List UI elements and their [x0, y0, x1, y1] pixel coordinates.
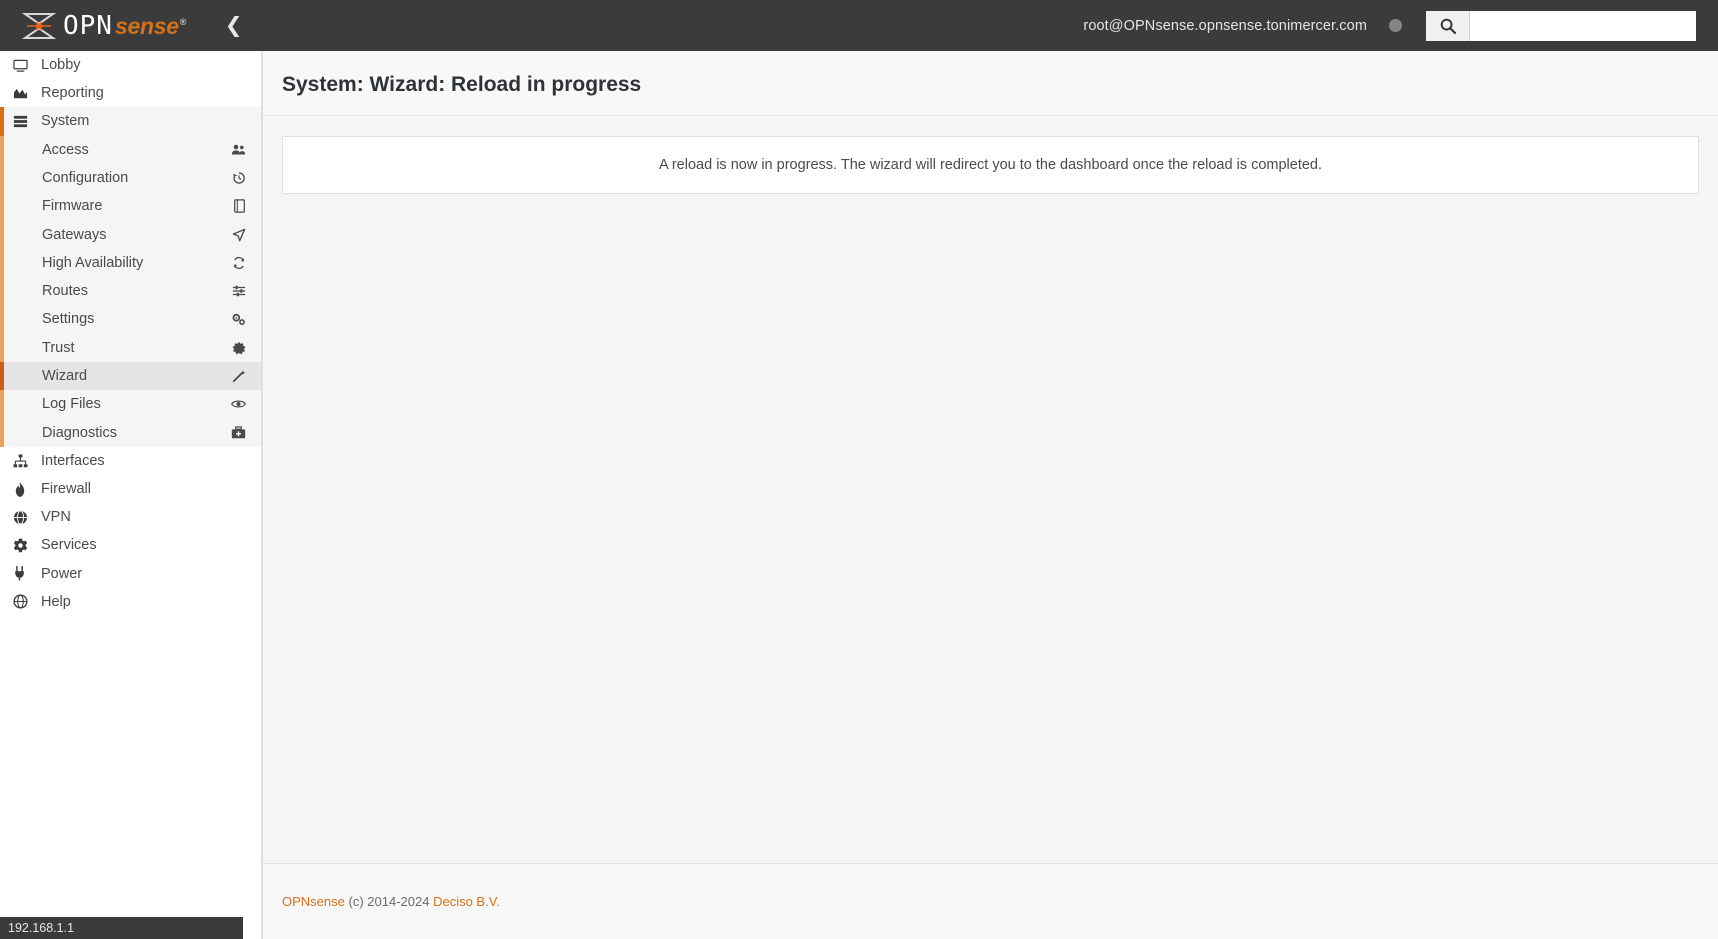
main-content: System: Wizard: Reload in progress A rel…: [262, 51, 1718, 939]
sidebar-label-access: Access: [42, 141, 89, 158]
sidebar-item-lobby[interactable]: Lobby: [0, 51, 261, 79]
top-header: OPN sense ® ❮ root@OPNsense.opnsense.ton…: [0, 0, 1718, 51]
sidebar-label-firmware: Firmware: [42, 198, 103, 215]
logo-text-sense: sense: [114, 12, 179, 39]
history-icon: [232, 171, 246, 185]
sidebar-item-high-availability[interactable]: High Availability: [0, 249, 261, 277]
sliders-icon: [232, 284, 246, 298]
footer-copyright-years: (c) 2014-2024: [348, 894, 430, 909]
sidebar-item-firmware[interactable]: Firmware: [0, 192, 261, 220]
page-footer: OPNsense (c) 2014-2024 Deciso B.V.: [263, 863, 1718, 939]
sidebar-item-access[interactable]: Access: [0, 136, 261, 164]
sidebar-label-interfaces: Interfaces: [41, 452, 105, 469]
sidebar-label-settings: Settings: [42, 311, 95, 328]
chart-area-icon: [9, 86, 31, 101]
sidebar-label-high-availability: High Availability: [42, 254, 144, 271]
sidebar-label-routes: Routes: [42, 283, 88, 300]
users-icon: [231, 143, 246, 156]
sidebar-label-help: Help: [41, 593, 71, 610]
globe-help-icon: [9, 594, 31, 609]
sidebar-navigation: Lobby Reporting System Access Configurat…: [0, 51, 262, 939]
footer-link-opnsense[interactable]: OPNsense: [282, 894, 345, 909]
server-icon: [9, 114, 31, 129]
ip-address-text: 192.168.1.1: [8, 921, 75, 935]
status-bar-ip-address: 192.168.1.1: [0, 917, 243, 939]
sidebar-label-power: Power: [41, 565, 83, 582]
sidebar-item-gateways[interactable]: Gateways: [0, 220, 261, 248]
certificate-icon: [232, 341, 246, 355]
opnsense-app: OPN sense ® ❮ root@OPNsense.opnsense.ton…: [0, 0, 1718, 939]
sidebar-item-help[interactable]: Help: [0, 588, 261, 616]
sidebar-label-log-files: Log Files: [42, 396, 101, 413]
sitemap-icon: [9, 454, 31, 468]
sidebar-label-lobby: Lobby: [41, 57, 81, 74]
footer-copyright: OPNsense (c) 2014-2024 Deciso B.V.: [282, 894, 500, 909]
reload-status-panel: A reload is now in progress. The wizard …: [282, 136, 1699, 194]
search-button[interactable]: [1426, 10, 1470, 41]
reload-status-message: A reload is now in progress. The wizard …: [658, 157, 1323, 173]
registered-mark: ®: [179, 16, 187, 27]
sidebar-item-system[interactable]: System: [0, 107, 261, 136]
brand-logo[interactable]: OPN sense ®: [0, 11, 187, 41]
page-title: System: Wizard: Reload in progress: [282, 73, 642, 96]
sidebar-item-settings[interactable]: Settings: [0, 305, 261, 333]
search-group: [1426, 10, 1696, 41]
footer-link-deciso[interactable]: Deciso B.V.: [433, 894, 500, 909]
sidebar-item-wizard[interactable]: Wizard: [0, 361, 261, 391]
content-area: A reload is now in progress. The wizard …: [263, 115, 1718, 863]
sidebar-item-power[interactable]: Power: [0, 560, 261, 588]
sidebar-label-firewall: Firewall: [41, 481, 91, 498]
plug-icon: [9, 566, 31, 581]
chevron-left-icon[interactable]: ❮: [225, 15, 243, 36]
location-arrow-icon: [232, 228, 246, 242]
refresh-icon: [232, 256, 246, 270]
logged-in-user: root@OPNsense.opnsense.tonimercer.com: [1083, 17, 1367, 34]
book-icon: [233, 199, 246, 214]
sidebar-item-interfaces[interactable]: Interfaces: [0, 447, 261, 475]
status-indicator-dot: [1389, 19, 1402, 32]
eye-icon: [231, 398, 246, 410]
sidebar-label-diagnostics: Diagnostics: [42, 424, 117, 441]
desktop-icon: [9, 58, 31, 73]
sidebar-item-reporting[interactable]: Reporting: [0, 79, 261, 107]
logo-text-opn: OPN: [63, 10, 113, 41]
sidebar-item-routes[interactable]: Routes: [0, 277, 261, 305]
sidebar-label-vpn: VPN: [41, 509, 71, 526]
sidebar-label-trust: Trust: [42, 339, 75, 356]
search-input[interactable]: [1470, 10, 1696, 41]
sidebar-item-log-files[interactable]: Log Files: [0, 390, 261, 418]
header-right-group: root@OPNsense.opnsense.tonimercer.com: [1083, 10, 1718, 41]
sidebar-label-wizard: Wizard: [42, 368, 88, 385]
sidebar-item-diagnostics[interactable]: Diagnostics: [0, 419, 261, 447]
magic-wand-icon: [232, 369, 246, 383]
sidebar-item-configuration[interactable]: Configuration: [0, 164, 261, 192]
sidebar-label-configuration: Configuration: [42, 170, 129, 186]
sidebar-item-services[interactable]: Services: [0, 531, 261, 559]
cogs-icon: [231, 312, 246, 326]
sidebar-item-vpn[interactable]: VPN: [0, 503, 261, 531]
sidebar-label-system: System: [41, 113, 90, 130]
sidebar-label-reporting: Reporting: [41, 85, 104, 102]
sidebar-item-trust[interactable]: Trust: [0, 334, 261, 362]
system-submenu: Access Configuration Firmware Gateways H…: [0, 135, 261, 448]
gear-icon: [9, 538, 31, 553]
sidebar-item-firewall[interactable]: Firewall: [0, 475, 261, 503]
medkit-icon: [231, 426, 246, 439]
body-container: Lobby Reporting System Access Configurat…: [0, 51, 1718, 939]
globe-icon: [9, 510, 31, 525]
fire-icon: [9, 481, 31, 497]
opnsense-logo-icon: [22, 12, 56, 40]
sidebar-label-services: Services: [41, 537, 97, 554]
sidebar-label-gateways: Gateways: [42, 226, 107, 243]
search-icon: [1440, 18, 1456, 34]
